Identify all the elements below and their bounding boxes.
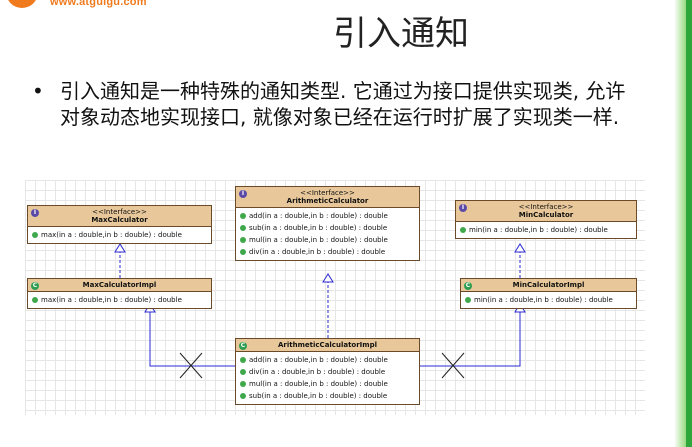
- stereotype: <<Interface>>: [300, 189, 355, 197]
- operations: add(in a : double,in b : double) : doubl…: [236, 208, 419, 260]
- generalization-right: [420, 310, 521, 367]
- uml-header: I <<Interface>> MaxCalculator: [28, 206, 211, 227]
- operation: div(in a : double,in b : double) : doubl…: [240, 246, 415, 258]
- class-name: MinCalculator: [518, 211, 574, 219]
- class-name: ArithmeticCalculatorImpl: [278, 341, 377, 349]
- stereotype: <<Interface>>: [92, 208, 147, 216]
- operation: div(in a : double,in b : double) : doubl…: [240, 366, 415, 378]
- operation: mul(in a : double,in b : double) : doubl…: [240, 378, 415, 390]
- uml-header: I <<Interface>> MinCalculator: [456, 201, 636, 222]
- interface-icon: I: [31, 209, 39, 217]
- interface-icon: I: [459, 204, 467, 212]
- operations: max(in a : double,in b : double) : doubl…: [28, 292, 211, 308]
- operation: min(in a : double,in b : double) : doubl…: [460, 224, 632, 236]
- min-calculator-interface: I <<Interface>> MinCalculator min(in a :…: [455, 200, 637, 239]
- class-name: MaxCalculator: [91, 216, 148, 224]
- class-name: MaxCalculatorImpl: [82, 281, 157, 289]
- generalization-left: [149, 310, 235, 367]
- class-icon: C: [31, 282, 39, 290]
- arrowhead-min-interface: [514, 243, 526, 253]
- operations: max(in a : double,in b : double) : doubl…: [28, 227, 211, 243]
- arithmetic-calculator-interface: I <<Interface>> ArithmeticCalculator add…: [235, 186, 420, 261]
- uml-header: I <<Interface>> ArithmeticCalculator: [236, 187, 419, 208]
- operation: add(in a : double,in b : double) : doubl…: [240, 354, 415, 366]
- uml-header: C ArithmeticCalculatorImpl: [236, 339, 419, 352]
- class-icon: C: [239, 342, 247, 350]
- decorative-strip-edge: [686, 0, 692, 447]
- operation: mul(in a : double,in b : double) : doubl…: [240, 234, 415, 246]
- uml-header: C MinCalculatorImpl: [461, 279, 636, 292]
- class-name: ArithmeticCalculator: [286, 197, 369, 205]
- stereotype: <<Interface>>: [518, 203, 574, 211]
- class-icon: C: [464, 282, 472, 290]
- operation: min(in a : double,in b : double) : doubl…: [465, 294, 632, 306]
- bullet-point: • 引入通知是一种特殊的通知类型. 它通过为接口提供实现类, 允许对象动态地实现…: [32, 78, 632, 130]
- operation: max(in a : double,in b : double) : doubl…: [32, 294, 207, 306]
- bullet-text: 引入通知是一种特殊的通知类型. 它通过为接口提供实现类, 允许对象动态地实现接口…: [60, 79, 626, 129]
- uml-diagram: I <<Interface>> MaxCalculator max(in a :…: [25, 180, 645, 415]
- slide-title: 引入通知: [333, 14, 469, 54]
- max-calculator-interface: I <<Interface>> MaxCalculator max(in a :…: [27, 205, 212, 244]
- operations: min(in a : double,in b : double) : doubl…: [456, 222, 636, 238]
- interface-icon: I: [239, 190, 247, 198]
- operations: min(in a : double,in b : double) : doubl…: [461, 292, 636, 308]
- bullet-dot: •: [32, 79, 44, 103]
- class-name: MinCalculatorImpl: [512, 281, 585, 289]
- operation: max(in a : double,in b : double) : doubl…: [32, 229, 207, 241]
- operation: add(in a : double,in b : double) : doubl…: [240, 210, 415, 222]
- operation: sub(in a : double,in b : double) : doubl…: [240, 222, 415, 234]
- operations: add(in a : double,in b : double) : doubl…: [236, 352, 419, 404]
- min-calculator-impl: C MinCalculatorImpl min(in a : double,in…: [460, 278, 637, 309]
- max-calculator-impl: C MaxCalculatorImpl max(in a : double,in…: [27, 278, 212, 309]
- arrowhead-max-interface: [114, 243, 126, 253]
- uml-header: C MaxCalculatorImpl: [28, 279, 211, 292]
- arrowhead-arith-interface: [322, 273, 334, 283]
- operation: sub(in a : double,in b : double) : doubl…: [240, 390, 415, 402]
- arithmetic-calculator-impl: C ArithmeticCalculatorImpl add(in a : do…: [235, 338, 420, 405]
